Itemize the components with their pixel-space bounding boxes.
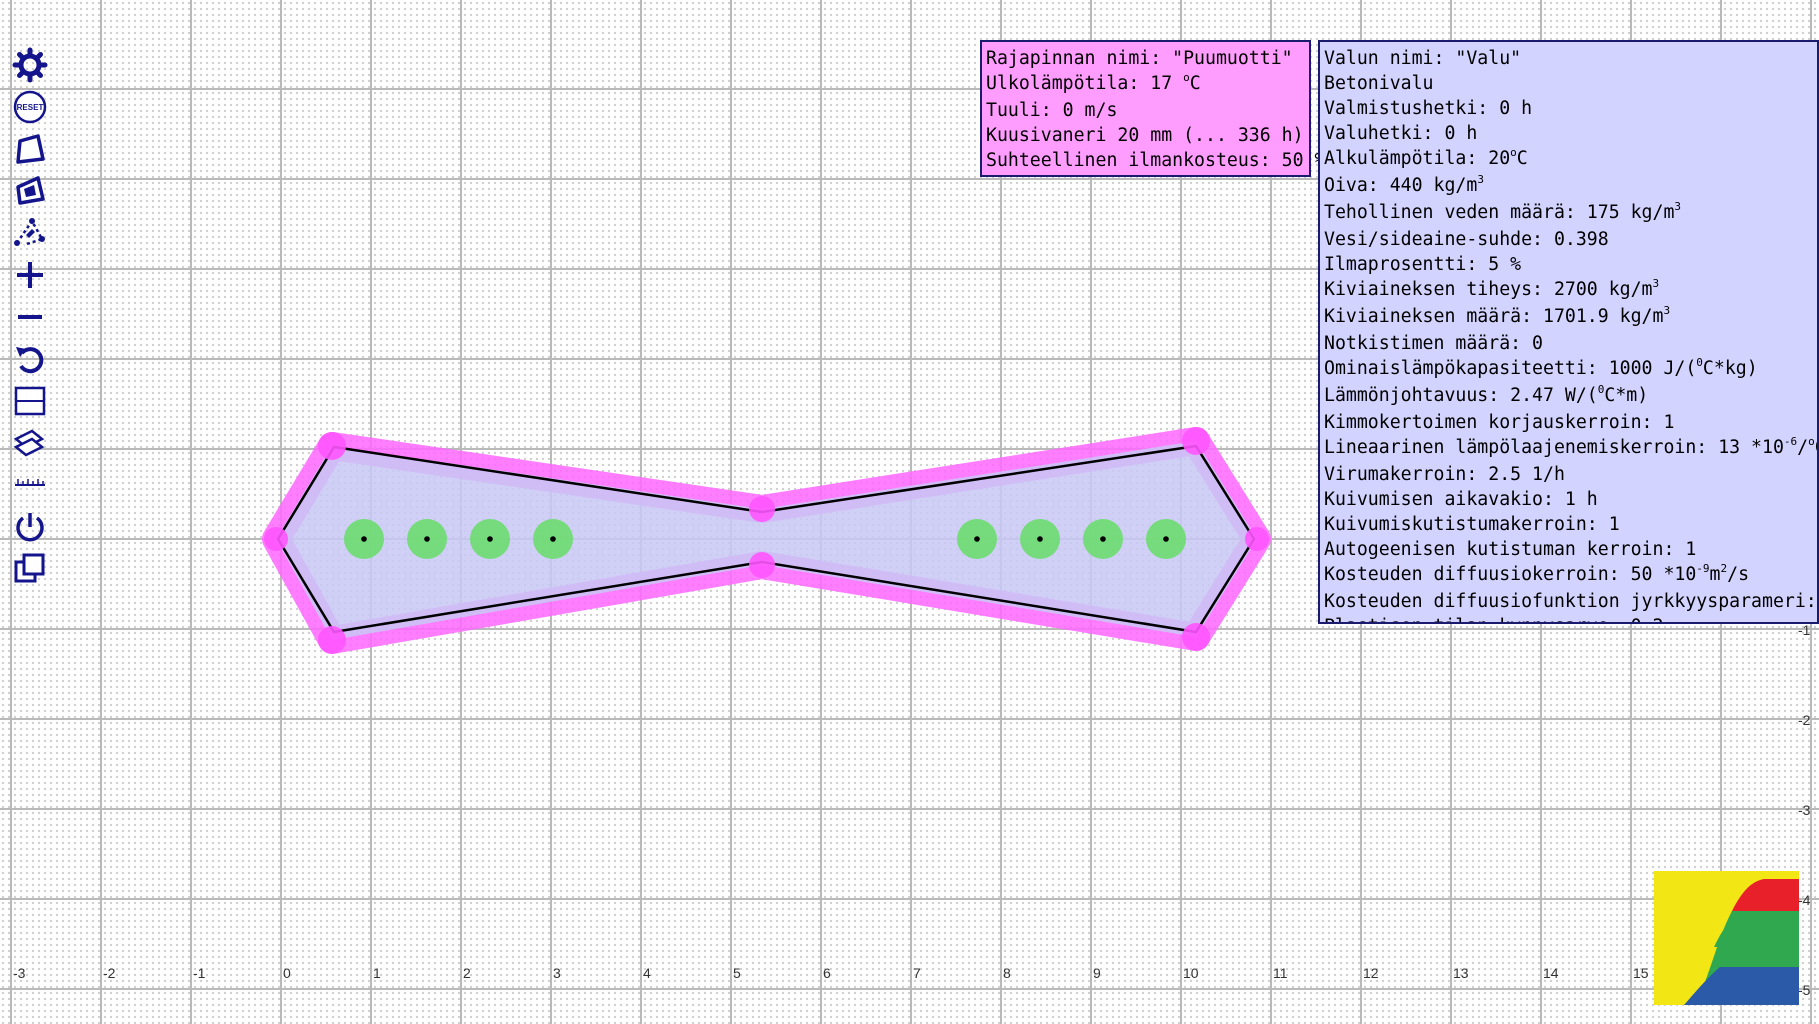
sensor-point[interactable] <box>1083 519 1123 559</box>
power-button[interactable] <box>8 506 52 548</box>
casting-time: Valuhetki: 0 h <box>1324 123 1478 144</box>
gear-icon <box>12 47 48 83</box>
vertex-handle[interactable] <box>749 552 775 578</box>
completion-time: Valmistushetki: 0 h <box>1324 98 1533 119</box>
formwork-button[interactable] <box>8 422 52 464</box>
toolbar: RESET <box>8 44 52 590</box>
x-tick-label: 0 <box>283 965 291 981</box>
specific-heat-capacity: Ominaislämpökapasiteetti: 1000 J/(0C*kg) <box>1324 356 1758 379</box>
creep-factor: Virumakerroin: 2.5 1/h <box>1324 464 1565 485</box>
settings-button[interactable] <box>8 44 52 86</box>
layers-icon <box>13 429 45 457</box>
formwork-material: Kuusivaneri 20 mm (... 336 h) <box>986 125 1304 146</box>
x-tick-label: 10 <box>1183 965 1199 981</box>
x-tick-label: 12 <box>1363 965 1379 981</box>
binder-content: Oiva: 440 kg/m3 <box>1324 173 1484 196</box>
modulus-correction: Kimmokertoimen korjauskerroin: 1 <box>1324 412 1675 433</box>
undo-icon <box>16 347 44 374</box>
draw-polygon-button[interactable] <box>8 128 52 170</box>
reset-icon: RESET <box>13 90 47 124</box>
sensor-point[interactable] <box>344 519 384 559</box>
drying-shrinkage: Kuivumiskutistumakerroin: 1 <box>1324 514 1620 535</box>
minus-icon <box>18 315 42 319</box>
vertex-handle[interactable] <box>264 527 288 551</box>
relative-humidity: Suhteellinen ilmankosteus: 50 % <box>986 150 1326 171</box>
boundary-name: Rajapinnan nimi: "Puumuotti" <box>986 48 1293 69</box>
thermal-expansion: Lineaarinen lämpölaajenemiskerroin: 13 *… <box>1324 435 1817 458</box>
x-tick-label: 11 <box>1273 965 1288 981</box>
x-tick-label: 4 <box>643 965 651 981</box>
grid-button[interactable] <box>8 380 52 422</box>
diffusion-steepness: Kosteuden diffuusiofunktion jyrkkyyspara… <box>1324 591 1819 612</box>
x-tick-label: 13 <box>1453 965 1469 981</box>
x-tick-label: -3 <box>13 965 26 981</box>
plus-icon <box>17 262 43 288</box>
wind: Tuuli: 0 m/s <box>986 100 1118 121</box>
boundary-button[interactable] <box>8 170 52 212</box>
air-content: Ilmaprosentti: 5 % <box>1324 254 1522 275</box>
copy-icon <box>14 553 45 583</box>
y-tick-label: -3 <box>1798 802 1811 818</box>
x-tick-label: 15 <box>1633 965 1649 981</box>
aggregate-amount: Kiviaineksen määrä: 1701.9 kg/m3 <box>1324 304 1671 327</box>
polygon-icon <box>16 134 45 164</box>
vertex-handle[interactable] <box>749 496 775 522</box>
vertex-handle[interactable] <box>1182 623 1210 651</box>
x-tick-label: -1 <box>193 965 206 981</box>
casting-info-panel[interactable]: Valun nimi: "Valu" Betonivalu Valmistush… <box>1318 40 1819 624</box>
initial-temperature: Alkulämpötila: 20oC <box>1324 146 1528 169</box>
vertex-handle[interactable] <box>1182 427 1210 455</box>
undo-button[interactable] <box>8 338 52 380</box>
y-tick-label: -5 <box>1798 982 1811 998</box>
plastic-threshold: Plastisen tilan kynnysarvo: 0.2 <box>1320 614 1817 622</box>
zoom-out-button[interactable] <box>8 296 52 338</box>
vertex-handle[interactable] <box>318 432 346 460</box>
ruler-icon <box>15 479 45 486</box>
sensor-point[interactable] <box>407 519 447 559</box>
y-tick-label: -2 <box>1798 712 1811 728</box>
x-tick-label: 8 <box>1003 965 1011 981</box>
boundary-info-panel[interactable]: Rajapinnan nimi: "Puumuotti" Ulkolämpöti… <box>980 40 1326 177</box>
x-tick-label: 5 <box>733 965 741 981</box>
edit-points-icon <box>14 218 45 247</box>
sensor-point[interactable] <box>957 519 997 559</box>
edit-points-button[interactable] <box>8 212 52 254</box>
app-logo <box>1654 871 1799 1005</box>
y-tick-label: -4 <box>1798 892 1811 908</box>
boundary-polygon-icon <box>16 176 45 205</box>
zoom-in-button[interactable] <box>8 254 52 296</box>
sensor-point[interactable] <box>533 519 573 559</box>
sensor-point[interactable] <box>1020 519 1060 559</box>
x-tick-label: 3 <box>553 965 561 981</box>
sensor-point[interactable] <box>1146 519 1186 559</box>
x-tick-label: 7 <box>913 965 921 981</box>
power-icon <box>16 513 44 542</box>
x-tick-label: 2 <box>463 965 471 981</box>
effective-water: Tehollinen veden määrä: 175 kg/m3 <box>1324 200 1682 223</box>
x-tick-label: 9 <box>1093 965 1101 981</box>
y-tick-label: -1 <box>1798 622 1811 638</box>
ruler-button[interactable] <box>8 464 52 506</box>
reset-button[interactable]: RESET <box>8 86 52 128</box>
moisture-diffusion: Kosteuden diffuusiokerroin: 50 *10-9m2/s <box>1324 562 1750 585</box>
drying-time-constant: Kuivumisen aikavakio: 1 h <box>1324 489 1598 510</box>
vertex-handle[interactable] <box>1245 527 1269 551</box>
grid-icon <box>14 386 46 416</box>
svg-text:RESET: RESET <box>17 103 44 112</box>
casting-type: Betonivalu <box>1324 73 1434 94</box>
x-tick-label: 6 <box>823 965 831 981</box>
casting-name: Valun nimi: "Valu" <box>1324 48 1522 69</box>
water-binder-ratio: Vesi/sideaine-suhde: 0.398 <box>1324 229 1609 250</box>
vertex-handle[interactable] <box>318 626 346 654</box>
x-tick-label: -2 <box>103 965 116 981</box>
x-tick-label: 14 <box>1543 965 1559 981</box>
sensor-point[interactable] <box>470 519 510 559</box>
autogenous-shrinkage: Autogeenisen kutistuman kerroin: 1 <box>1324 539 1697 560</box>
aggregate-density: Kiviaineksen tiheys: 2700 kg/m3 <box>1324 277 1660 300</box>
x-tick-label: 1 <box>373 965 381 981</box>
thermal-conductivity: Lämmönjohtavuus: 2.47 W/(0C*m) <box>1324 383 1649 406</box>
plasticizer-amount: Notkistimen määrä: 0 <box>1324 333 1543 354</box>
copy-button[interactable] <box>8 548 52 590</box>
outdoor-temperature: Ulkolämpötila: 17 oC <box>986 71 1201 94</box>
